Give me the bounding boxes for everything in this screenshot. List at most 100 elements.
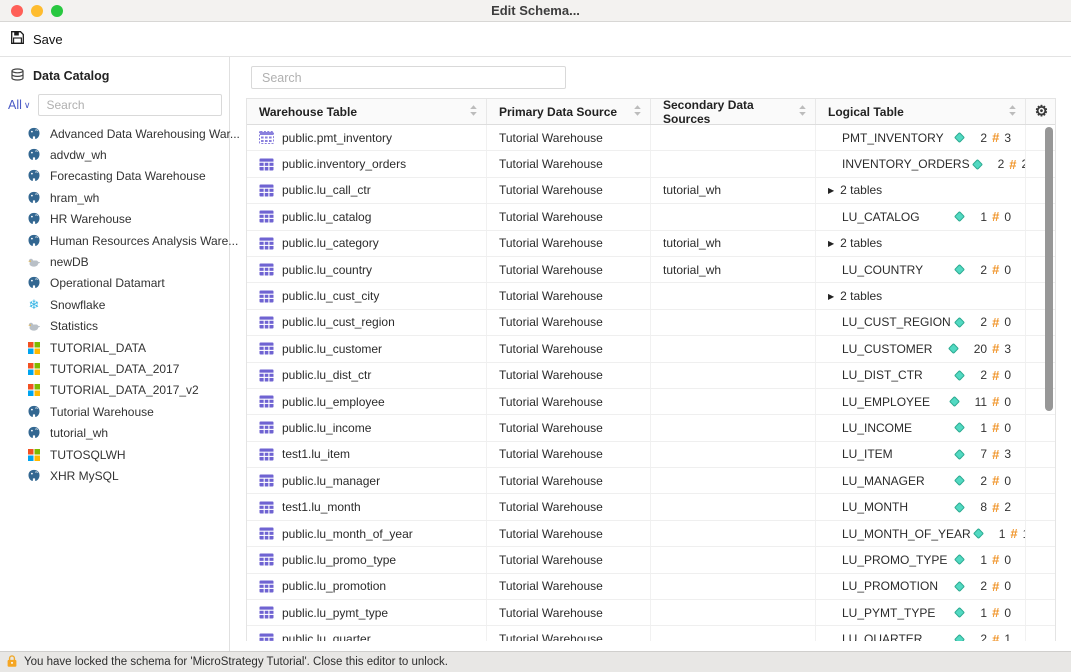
attribute-count: 2 (980, 474, 987, 488)
attribute-count: 1 (980, 421, 987, 435)
table-row[interactable]: public.lu_incomeTutorial WarehouseLU_INC… (247, 415, 1055, 441)
logical-table-cell: LU_CATALOG1#0 (816, 204, 1026, 229)
sidebar-item-data-source[interactable]: HR Warehouse (0, 209, 229, 230)
sort-icon[interactable] (1008, 104, 1017, 120)
logical-table-counts: 2#0 (952, 262, 1025, 277)
sidebar-item-data-source[interactable]: TUTORIAL_DATA (0, 337, 229, 358)
table-row[interactable]: public.lu_customerTutorial WarehouseLU_C… (247, 336, 1055, 362)
warehouse-table-cell: public.pmt_inventory (247, 125, 487, 150)
sort-icon[interactable] (798, 104, 807, 120)
window-title: Edit Schema... (0, 3, 1071, 18)
expand-triangle-icon[interactable]: ▶ (828, 186, 834, 195)
table-row[interactable]: public.lu_call_ctrTutorial Warehousetuto… (247, 178, 1055, 204)
sort-icon[interactable] (469, 104, 478, 120)
sidebar-item-data-source[interactable]: hram_wh (0, 187, 229, 208)
table-row[interactable]: test1.lu_itemTutorial WarehouseLU_ITEM7#… (247, 442, 1055, 468)
table-row[interactable]: public.lu_pymt_typeTutorial WarehouseLU_… (247, 600, 1055, 626)
primary-data-source-cell: Tutorial Warehouse (487, 310, 651, 335)
table-row[interactable]: public.lu_cust_regionTutorial WarehouseL… (247, 310, 1055, 336)
data-source-label: hram_wh (50, 191, 99, 205)
logical-table-name: LU_MANAGER (842, 474, 925, 488)
expand-triangle-icon[interactable]: ▶ (828, 292, 834, 301)
secondary-data-sources-cell (651, 468, 816, 493)
fact-count: 0 (1004, 579, 1011, 593)
sort-icon[interactable] (633, 104, 642, 120)
diamond-icon (952, 474, 967, 487)
table-row[interactable]: public.lu_catalogTutorial WarehouseLU_CA… (247, 204, 1055, 230)
sidebar-item-data-source[interactable]: XHR MySQL (0, 465, 229, 486)
table-row[interactable]: public.lu_managerTutorial WarehouseLU_MA… (247, 468, 1055, 494)
column-header-primary-data-source[interactable]: Primary Data Source (487, 99, 651, 124)
attribute-count: 2 (998, 157, 1005, 171)
table-row[interactable]: public.lu_quarterTutorial WarehouseLU_QU… (247, 626, 1055, 641)
data-source-label: Tutorial Warehouse (50, 405, 154, 419)
table-row[interactable]: public.pmt_inventoryTutorial WarehousePM… (247, 125, 1055, 151)
table-row[interactable]: test1.lu_monthTutorial WarehouseLU_MONTH… (247, 494, 1055, 520)
expand-triangle-icon[interactable]: ▶ (828, 239, 834, 248)
logical-table-cell: LU_PROMOTION2#0 (816, 574, 1026, 599)
table-row[interactable]: public.lu_employeeTutorial WarehouseLU_E… (247, 389, 1055, 415)
primary-data-source-cell: Tutorial Warehouse (487, 204, 651, 229)
table-row[interactable]: public.lu_month_of_yearTutorial Warehous… (247, 521, 1055, 547)
sidebar-item-data-source[interactable]: Statistics (0, 316, 229, 337)
table-body: public.pmt_inventoryTutorial WarehousePM… (247, 125, 1055, 641)
column-header-logical-table[interactable]: Logical Table (816, 99, 1026, 124)
gear-icon[interactable]: ⚙ (1035, 104, 1048, 119)
zoom-button[interactable] (51, 5, 63, 17)
table-row[interactable]: public.lu_countryTutorial Warehousetutor… (247, 257, 1055, 283)
table-row[interactable]: public.lu_categoryTutorial Warehousetuto… (247, 231, 1055, 257)
sidebar-item-data-source[interactable]: tutorial_wh (0, 422, 229, 443)
primary-data-source-cell: Tutorial Warehouse (487, 521, 651, 546)
sidebar-item-data-source[interactable]: newDB (0, 251, 229, 272)
logical-table-counts: 2#2 (970, 157, 1026, 172)
table-row[interactable]: public.lu_promotionTutorial WarehouseLU_… (247, 574, 1055, 600)
logical-table-counts: 7#3 (952, 447, 1025, 462)
attribute-count: 1 (980, 606, 987, 620)
table-icon (259, 342, 274, 355)
sidebar-item-data-source[interactable]: TUTOSQLWH (0, 444, 229, 465)
table-row[interactable]: public.lu_dist_ctrTutorial WarehouseLU_D… (247, 363, 1055, 389)
sidebar-item-data-source[interactable]: ❄Snowflake (0, 294, 229, 315)
diamond-icon (952, 448, 967, 461)
sidebar-item-data-source[interactable]: TUTORIAL_DATA_2017_v2 (0, 380, 229, 401)
sidebar-item-data-source[interactable]: Human Resources Analysis Ware... (0, 230, 229, 251)
status-message: You have locked the schema for 'MicroStr… (24, 656, 448, 668)
table-row[interactable]: public.lu_cust_cityTutorial Warehouse▶2 … (247, 283, 1055, 309)
logical-table-counts: 20#3 (946, 341, 1025, 356)
column-header-secondary-data-sources[interactable]: Secondary Data Sources (651, 99, 816, 124)
sidebar-item-data-source[interactable]: Tutorial Warehouse (0, 401, 229, 422)
sidebar-item-data-source[interactable]: Advanced Data Warehousing War... (0, 123, 229, 144)
warehouse-table-cell: public.lu_promotion (247, 574, 487, 599)
table-icon (259, 580, 274, 593)
diamond-icon (947, 395, 962, 408)
close-button[interactable] (11, 5, 23, 17)
fact-count: 1 (1004, 632, 1011, 641)
postgres-icon (27, 148, 41, 162)
warehouse-table-cell: public.lu_quarter (247, 626, 487, 641)
attribute-count: 20 (974, 342, 987, 356)
table-icon (259, 527, 274, 540)
sidebar-item-data-source[interactable]: advdw_wh (0, 144, 229, 165)
warehouse-table-cell: public.lu_country (247, 257, 487, 282)
fact-count: 0 (1004, 395, 1011, 409)
catalog-search-input[interactable] (38, 94, 222, 116)
warehouse-table-cell: public.lu_income (247, 415, 487, 440)
postgres-icon (27, 469, 41, 483)
table-icon (259, 448, 274, 461)
logical-table-cell: LU_DIST_CTR2#0 (816, 363, 1026, 388)
sidebar-item-data-source[interactable]: TUTORIAL_DATA_2017 (0, 358, 229, 379)
table-icon (259, 184, 274, 197)
sidebar-item-data-source[interactable]: Forecasting Data Warehouse (0, 166, 229, 187)
logical-table-counts: 2#3 (952, 130, 1025, 145)
table-row[interactable]: public.lu_promo_typeTutorial WarehouseLU… (247, 547, 1055, 573)
table-row[interactable]: public.inventory_ordersTutorial Warehous… (247, 151, 1055, 177)
logical-table-counts: 1#0 (952, 605, 1025, 620)
column-header-warehouse-table[interactable]: Warehouse Table (247, 99, 487, 124)
minimize-button[interactable] (31, 5, 43, 17)
vertical-scrollbar[interactable] (1045, 127, 1053, 411)
save-button[interactable]: Save (10, 30, 63, 48)
catalog-filter-dropdown[interactable]: All∨ (8, 98, 31, 112)
sidebar-item-data-source[interactable]: Operational Datamart (0, 273, 229, 294)
warehouse-table-cell: public.lu_customer (247, 336, 487, 361)
table-search-input[interactable] (251, 66, 566, 89)
